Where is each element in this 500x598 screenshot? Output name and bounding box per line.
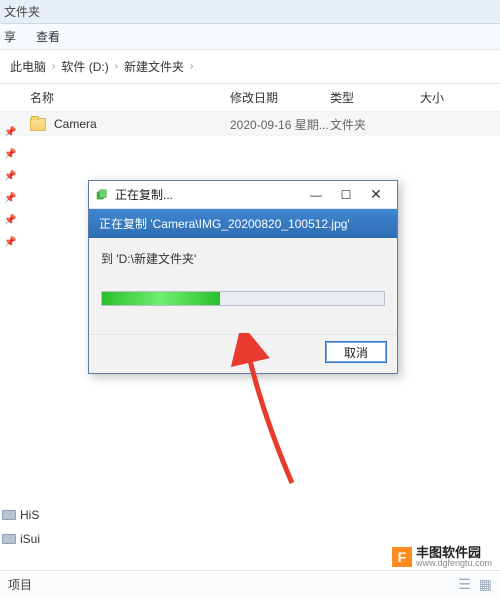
drive-label: HiS (20, 508, 39, 522)
pin-icon[interactable]: 📌 (4, 193, 14, 203)
drive-icon (2, 510, 16, 520)
col-header-type[interactable]: 类型 (330, 89, 420, 106)
dialog-destination: 到 'D:\新建文件夹' (101, 250, 385, 267)
pin-icon[interactable]: 📌 (4, 171, 14, 181)
details-view-icon[interactable]: ☰ (458, 576, 471, 593)
close-button[interactable]: ✕ (361, 184, 391, 206)
drive-icon (2, 534, 16, 544)
folder-icon (30, 118, 46, 131)
sidebar-item-drive[interactable]: HiS (2, 508, 40, 522)
view-switcher: ☰ ▦ (458, 576, 492, 593)
copy-icon (95, 188, 109, 202)
crumb-folder[interactable]: 新建文件夹 (124, 58, 184, 75)
status-bar: 项目 ☰ ▦ (0, 570, 500, 598)
pin-icon[interactable]: 📌 (4, 237, 14, 247)
cancel-button[interactable]: 取消 (325, 341, 387, 363)
crumb-drive[interactable]: 软件 (D:) (61, 58, 108, 75)
status-text: 项目 (8, 576, 32, 593)
menu-share[interactable]: 享 (4, 28, 16, 45)
icons-view-icon[interactable]: ▦ (479, 576, 492, 593)
col-header-name[interactable]: 名称 (30, 89, 230, 106)
chevron-right-icon: › (190, 61, 193, 72)
col-header-size[interactable]: 大小 (420, 89, 444, 106)
maximize-button[interactable]: ☐ (331, 184, 361, 206)
watermark-url: www.dgfengtu.com (416, 559, 492, 568)
menu-bar: 享 查看 (0, 24, 500, 50)
watermark: F 丰图软件园 www.dgfengtu.com (392, 546, 492, 568)
pin-icon[interactable]: 📌 (4, 149, 14, 159)
file-list: Camera 2020-09-16 星期... 文件夹 (0, 112, 500, 136)
minimize-button[interactable]: — (301, 184, 331, 206)
dialog-headline: 正在复制 'Camera\IMG_20200820_100512.jpg' (89, 209, 397, 238)
pin-icon[interactable]: 📌 (4, 127, 14, 137)
dialog-titlebar[interactable]: 正在复制... — ☐ ✕ (89, 181, 397, 209)
column-headers: 名称 修改日期 类型 大小 (0, 84, 500, 112)
progress-fill (102, 292, 220, 305)
progress-bar (101, 291, 385, 306)
list-item[interactable]: Camera 2020-09-16 星期... 文件夹 (0, 112, 500, 136)
watermark-logo-icon: F (392, 547, 412, 567)
quick-access-pins: 📌 📌 📌 📌 📌 📌 (0, 115, 20, 259)
file-name: Camera (54, 117, 230, 131)
sidebar-item-drive[interactable]: iSui (2, 532, 40, 546)
menu-view[interactable]: 查看 (36, 28, 60, 45)
drive-label: iSui (20, 532, 40, 546)
col-header-date[interactable]: 修改日期 (230, 89, 330, 106)
crumb-root[interactable]: 此电脑 (10, 58, 46, 75)
chevron-right-icon: › (52, 61, 55, 72)
file-date: 2020-09-16 星期... (230, 116, 330, 133)
title-strip-label: 文件夹 (4, 3, 40, 20)
breadcrumb[interactable]: 此电脑 › 软件 (D:) › 新建文件夹 › (0, 50, 500, 84)
dialog-title: 正在复制... (115, 186, 301, 203)
file-type: 文件夹 (330, 116, 420, 133)
title-strip: 文件夹 (0, 0, 500, 24)
sidebar-drives: HiS iSui (0, 508, 40, 546)
chevron-right-icon: › (115, 61, 118, 72)
pin-icon[interactable]: 📌 (4, 215, 14, 225)
copy-dialog: 正在复制... — ☐ ✕ 正在复制 'Camera\IMG_20200820_… (88, 180, 398, 374)
